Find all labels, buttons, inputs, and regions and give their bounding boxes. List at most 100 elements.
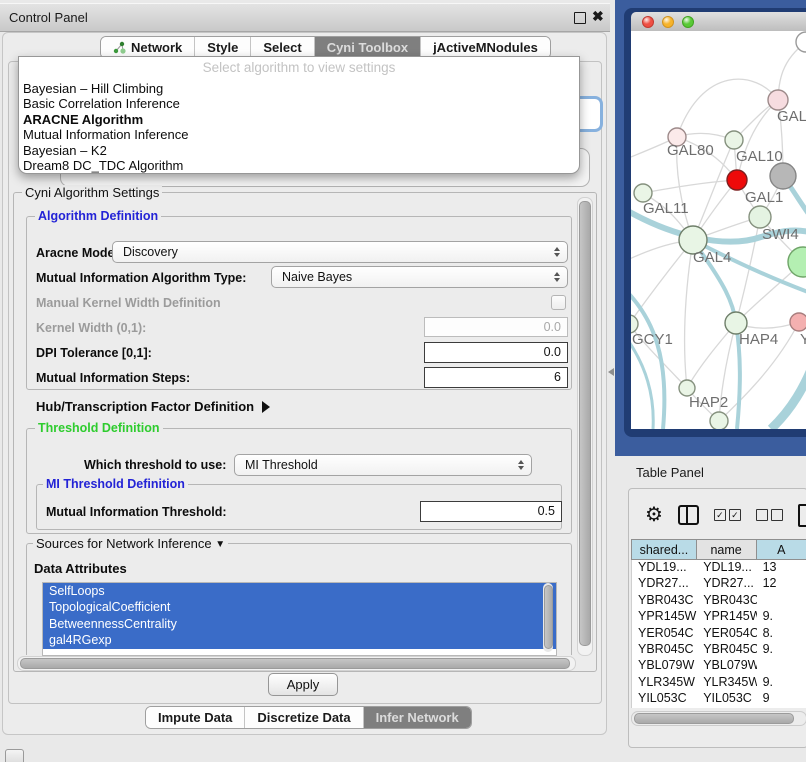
data-attribute-item[interactable]: gal4RGexp (43, 632, 556, 648)
table-cell: YPR145W (632, 609, 697, 625)
table-cell: YLR345W (632, 675, 697, 691)
split-columns-icon[interactable] (678, 505, 699, 525)
network-edge[interactable] (685, 240, 693, 388)
zoom-traffic-light[interactable] (682, 16, 694, 28)
mi-algorithm-type-combo[interactable]: Naive Bayes (271, 266, 568, 288)
tab-label: Impute Data (158, 710, 232, 725)
node-label: GAL11 (643, 200, 689, 217)
tab-impute-data[interactable]: Impute Data (146, 707, 245, 728)
table-cell: YER054C (697, 626, 756, 642)
table-row[interactable]: YLR345WYLR345W9. (632, 675, 806, 691)
tab-label: Network (131, 40, 182, 55)
tab-select[interactable]: Select (251, 37, 314, 58)
graph-node[interactable] (749, 206, 771, 228)
table-cell: YBR043C (632, 593, 697, 609)
table-row[interactable]: YPR145WYPR145W9. (632, 609, 806, 625)
network-edge[interactable] (677, 79, 778, 137)
algorithm-dropdown-popup: Select algorithm to view settings Bayesi… (18, 56, 580, 174)
minimize-traffic-light[interactable] (662, 16, 674, 28)
table-cell: YIL053C (632, 691, 697, 707)
table-horizontal-scrollbar[interactable] (631, 711, 806, 726)
algorithm-option[interactable]: Bayesian – K2 (19, 143, 579, 158)
tab-label: Cyni Toolbox (327, 40, 408, 55)
tab-jactivemnodules[interactable]: jActiveMNodules (421, 37, 550, 58)
algorithm-option[interactable]: ARACNE Algorithm (19, 112, 579, 127)
algorithm-option[interactable]: Bayesian – Hill Climbing (19, 81, 579, 96)
table-cell: YBL079W (632, 658, 697, 674)
settings-vertical-scrollbar[interactable] (577, 197, 593, 656)
kernel-width-field[interactable]: 0.0 (424, 317, 568, 337)
data-attribute-item[interactable]: TopologicalCoefficient (43, 599, 556, 615)
table-row[interactable]: YER054CYER054C8. (632, 626, 806, 642)
gear-icon[interactable]: ⚙ (645, 505, 663, 525)
dpi-tolerance-label: DPI Tolerance [0,1]: (36, 346, 152, 360)
mi-threshold-field[interactable]: 0.5 (420, 501, 562, 522)
network-edge[interactable] (643, 180, 737, 193)
algorithm-option[interactable]: Basic Correlation Inference (19, 96, 579, 111)
algorithm-option[interactable]: Dream8 DC_TDC Algorithm (19, 158, 579, 173)
kernel-width-label: Kernel Width (0,1): (36, 321, 146, 335)
table-row[interactable]: YBR043CYBR043C (632, 593, 806, 609)
stepper-icon (518, 460, 524, 470)
apply-button[interactable]: Apply (268, 673, 338, 696)
float-window-icon[interactable] (574, 12, 586, 24)
graph-node[interactable] (768, 90, 788, 110)
aracne-mode-combo[interactable]: Discovery (112, 241, 568, 263)
graph-node[interactable] (770, 163, 796, 189)
table-cell: 12 (757, 576, 806, 592)
settings-horizontal-scrollbar[interactable] (17, 656, 576, 671)
table-row[interactable]: YBL079WYBL079W (632, 658, 806, 674)
select-all-checked-icon[interactable]: ✓✓ (714, 509, 741, 521)
network-window-titlebar[interactable] (631, 12, 806, 31)
mi-algorithm-type-value: Naive Bayes (282, 270, 352, 284)
table-row[interactable]: YDR27...YDR27...12 (632, 576, 806, 592)
network-edge-highlighted[interactable] (631, 286, 664, 429)
tab-cyni-toolbox[interactable]: Cyni Toolbox (315, 37, 421, 58)
mi-steps-field[interactable]: 6 (424, 367, 568, 388)
data-attribute-item[interactable]: BetweennessCentrality (43, 616, 556, 632)
close-traffic-light[interactable] (642, 16, 654, 28)
table-row[interactable]: YBR045CYBR045C9. (632, 642, 806, 658)
hub-section-toggle[interactable]: Hub/Transcription Factor Definition (36, 399, 270, 414)
document-icon[interactable] (798, 504, 806, 527)
column-header-shared[interactable]: shared... (631, 539, 697, 560)
graph-node[interactable] (727, 170, 747, 190)
table-cell: YDL19... (632, 560, 697, 576)
deselect-all-icon[interactable] (756, 509, 783, 521)
manual-kernel-checkbox[interactable] (551, 295, 566, 310)
splitter-collapse-arrow[interactable] (608, 368, 614, 376)
table-panel-title: Table Panel (636, 465, 704, 480)
data-attributes-list[interactable]: SelfLoopsTopologicalCoefficientBetweenne… (42, 582, 557, 656)
attributes-scrollbar[interactable] (543, 583, 553, 652)
table-row[interactable]: YIL053CYIL053C9 (632, 691, 806, 707)
column-header-name[interactable]: name (697, 539, 757, 560)
network-canvas[interactable]: GALGAL80GAL10GAL1GAL11SWI4GAL4GCY1HAP4YH… (631, 31, 806, 429)
which-threshold-label: Which threshold to use: (84, 458, 226, 472)
table-row[interactable]: YDL19...YDL19...13 (632, 560, 806, 576)
tab-infer-network[interactable]: Infer Network (364, 707, 471, 728)
table-cell: 9. (757, 675, 806, 691)
tab-discretize-data[interactable]: Discretize Data (245, 707, 363, 728)
tab-network[interactable]: Network (101, 37, 195, 58)
data-attribute-item[interactable]: SelfLoops (43, 583, 556, 599)
graph-node[interactable] (710, 412, 728, 429)
sources-group-title[interactable]: Sources for Network Inference ▼ (33, 536, 228, 551)
sources-title-text: Sources for Network Inference (36, 536, 212, 551)
graph-node[interactable] (790, 313, 806, 331)
tab-style[interactable]: Style (195, 37, 251, 58)
aracne-mode-label: Aracne Mode: (36, 246, 119, 260)
which-threshold-combo[interactable]: MI Threshold (234, 454, 532, 476)
manual-kernel-label: Manual Kernel Width Definition (36, 296, 221, 310)
algorithm-option[interactable]: Mutual Information Inference (19, 127, 579, 142)
minimized-panel-icon[interactable] (5, 749, 24, 762)
network-edge-highlighted[interactable] (771, 357, 806, 429)
column-header-A[interactable]: A (757, 539, 806, 560)
mi-steps-label: Mutual Information Steps: (36, 371, 190, 385)
settings-group-title: Cyni Algorithm Settings (22, 185, 162, 200)
tab-label: Infer Network (376, 710, 459, 725)
graph-node[interactable] (725, 131, 743, 149)
node-label: GAL1 (745, 189, 783, 206)
close-icon[interactable]: ✖ (592, 8, 604, 24)
dpi-tolerance-field[interactable]: 0.0 (424, 342, 568, 363)
attribute-table: shared...nameA YDL19...YDL19...13YDR27..… (631, 539, 806, 708)
